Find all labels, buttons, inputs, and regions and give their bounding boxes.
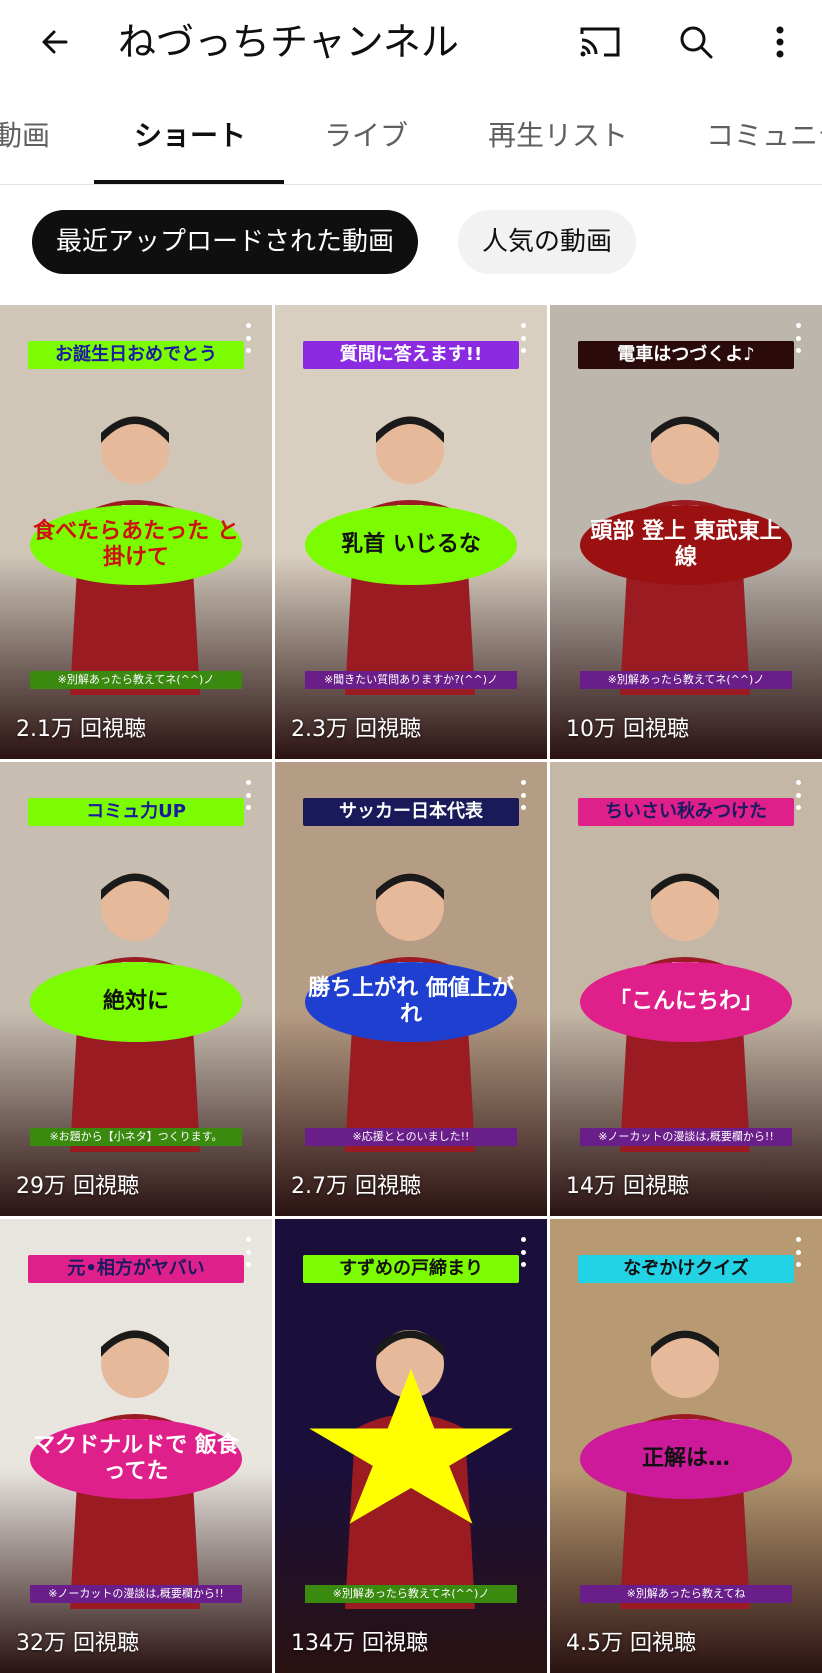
thumbnail-note-strip: ※別解あったら教えてネ(^^)ノ: [580, 671, 792, 689]
thumbnail-note-strip: ※ノーカットの漫談は,概要欄から!!: [30, 1585, 242, 1603]
short-video-card[interactable]: 元•相方がヤバい マクドナルドで 飯食ってた ※ノーカットの漫談は,概要欄から!…: [0, 1219, 272, 1673]
short-more-icon[interactable]: [238, 1237, 258, 1267]
thumbnail-note-strip: ※別解あったら教えてね: [580, 1585, 792, 1603]
thumbnail-title-banner: なぞかけクイズ: [578, 1255, 794, 1283]
thumbnail-note-strip: ※別解あったら教えてネ(^^)ノ: [30, 671, 242, 689]
channel-tabs: 動画 ショート ライブ 再生リスト コミュニテ: [0, 100, 822, 185]
view-count: 2.7万 回視聴: [291, 1174, 421, 1199]
view-count: 134万 回視聴: [291, 1631, 428, 1656]
thumbnail-note-strip: ※聞きたい質問ありますか?(^^)ノ: [305, 671, 517, 689]
thumbnail-title-banner: コミュ力UP: [28, 798, 244, 826]
short-video-card[interactable]: サッカー日本代表 勝ち上がれ 価値上がれ ※応援ととのいました!! 2.7万 回…: [275, 762, 547, 1216]
search-button[interactable]: [668, 14, 724, 70]
thumbnail-speech-bubble: 食べたらあたった と掛けて: [30, 505, 242, 585]
tab-playlists[interactable]: 再生リスト: [488, 100, 628, 184]
cast-button[interactable]: [572, 14, 628, 70]
shorts-grid: お誕生日おめでとう 食べたらあたった と掛けて ※別解あったら教えてネ(^^)ノ…: [0, 305, 822, 1673]
short-more-icon[interactable]: [788, 1237, 808, 1267]
thumbnail-title-banner: すずめの戸締まり: [303, 1255, 519, 1283]
view-count: 2.3万 回視聴: [291, 717, 421, 742]
thumbnail-speech-bubble: 「こんにちわ」: [580, 962, 792, 1042]
thumbnail-note-strip: ※お題から【小ネタ】つくります。: [30, 1128, 242, 1146]
short-video-card[interactable]: 質問に答えます!! 乳首 いじるな ※聞きたい質問ありますか?(^^)ノ 2.3…: [275, 305, 547, 759]
short-video-card[interactable]: すずめの戸締まり ※別解あったら教えてネ(^^)ノ 134万 回視聴: [275, 1219, 547, 1673]
thumbnail-speech-bubble: 正解は…: [580, 1419, 792, 1499]
tab-videos[interactable]: 動画: [0, 100, 50, 184]
thumbnail-title-banner: 電車はつづくよ♪: [578, 341, 794, 369]
chip-popular[interactable]: 人気の動画: [458, 210, 637, 274]
thumbnail-title-banner: 質問に答えます!!: [303, 341, 519, 369]
view-count: 10万 回視聴: [566, 717, 689, 742]
thumbnail-speech-bubble: 乳首 いじるな: [305, 505, 517, 585]
short-more-icon[interactable]: [788, 323, 808, 353]
short-more-icon[interactable]: [238, 323, 258, 353]
back-arrow-icon: [42, 30, 68, 54]
short-more-icon[interactable]: [513, 780, 533, 810]
short-video-card[interactable]: お誕生日おめでとう 食べたらあたった と掛けて ※別解あったら教えてネ(^^)ノ…: [0, 305, 272, 759]
short-video-card[interactable]: ちいさい秋みつけた 「こんにちわ」 ※ノーカットの漫談は,概要欄から!! 14万…: [550, 762, 822, 1216]
active-tab-indicator: [94, 180, 284, 184]
short-video-card[interactable]: 電車はつづくよ♪ 頭部 登上 東武東上線 ※別解あったら教えてネ(^^)ノ 10…: [550, 305, 822, 759]
view-count: 32万 回視聴: [16, 1631, 139, 1656]
tab-shorts[interactable]: ショート: [134, 100, 246, 184]
thumbnail-title-banner: 元•相方がヤバい: [28, 1255, 244, 1283]
thumbnail-note-strip: ※別解あったら教えてネ(^^)ノ: [305, 1585, 517, 1603]
app-header: ねづっちチャンネル: [0, 0, 822, 84]
back-button[interactable]: [28, 14, 84, 70]
short-more-icon[interactable]: [513, 1237, 533, 1267]
tab-live[interactable]: ライブ: [324, 100, 408, 184]
thumbnail-speech-bubble: マクドナルドで 飯食ってた: [30, 1419, 242, 1499]
short-more-icon[interactable]: [513, 323, 533, 353]
thumbnail-note-strip: ※ノーカットの漫談は,概要欄から!!: [580, 1128, 792, 1146]
thumbnail-title-banner: ちいさい秋みつけた: [578, 798, 794, 826]
view-count: 14万 回視聴: [566, 1174, 689, 1199]
thumbnail-speech-bubble: 絶対に: [30, 962, 242, 1042]
more-vert-icon: [776, 26, 784, 58]
view-count: 4.5万 回視聴: [566, 1631, 696, 1656]
view-count: 29万 回視聴: [16, 1174, 139, 1199]
view-count: 2.1万 回視聴: [16, 717, 146, 742]
chip-recent-uploads[interactable]: 最近アップロードされた動画: [32, 210, 419, 274]
cast-icon: [580, 27, 620, 57]
more-options-button[interactable]: [752, 14, 808, 70]
short-video-card[interactable]: なぞかけクイズ 正解は… ※別解あったら教えてね 4.5万 回視聴: [550, 1219, 822, 1673]
short-more-icon[interactable]: [788, 780, 808, 810]
thumbnail-note-strip: ※応援ととのいました!!: [305, 1128, 517, 1146]
thumbnail-title-banner: お誕生日おめでとう: [28, 341, 244, 369]
short-video-card[interactable]: コミュ力UP 絶対に ※お題から【小ネタ】つくります。 29万 回視聴: [0, 762, 272, 1216]
short-more-icon[interactable]: [238, 780, 258, 810]
thumbnail-speech-bubble: 勝ち上がれ 価値上がれ: [305, 962, 517, 1042]
thumbnail-speech-bubble: 頭部 登上 東武東上線: [580, 505, 792, 585]
thumbnail-title-banner: サッカー日本代表: [303, 798, 519, 826]
channel-title: ねづっちチャンネル: [118, 20, 459, 64]
search-icon: [680, 26, 713, 59]
tab-community[interactable]: コミュニテ: [706, 100, 822, 184]
